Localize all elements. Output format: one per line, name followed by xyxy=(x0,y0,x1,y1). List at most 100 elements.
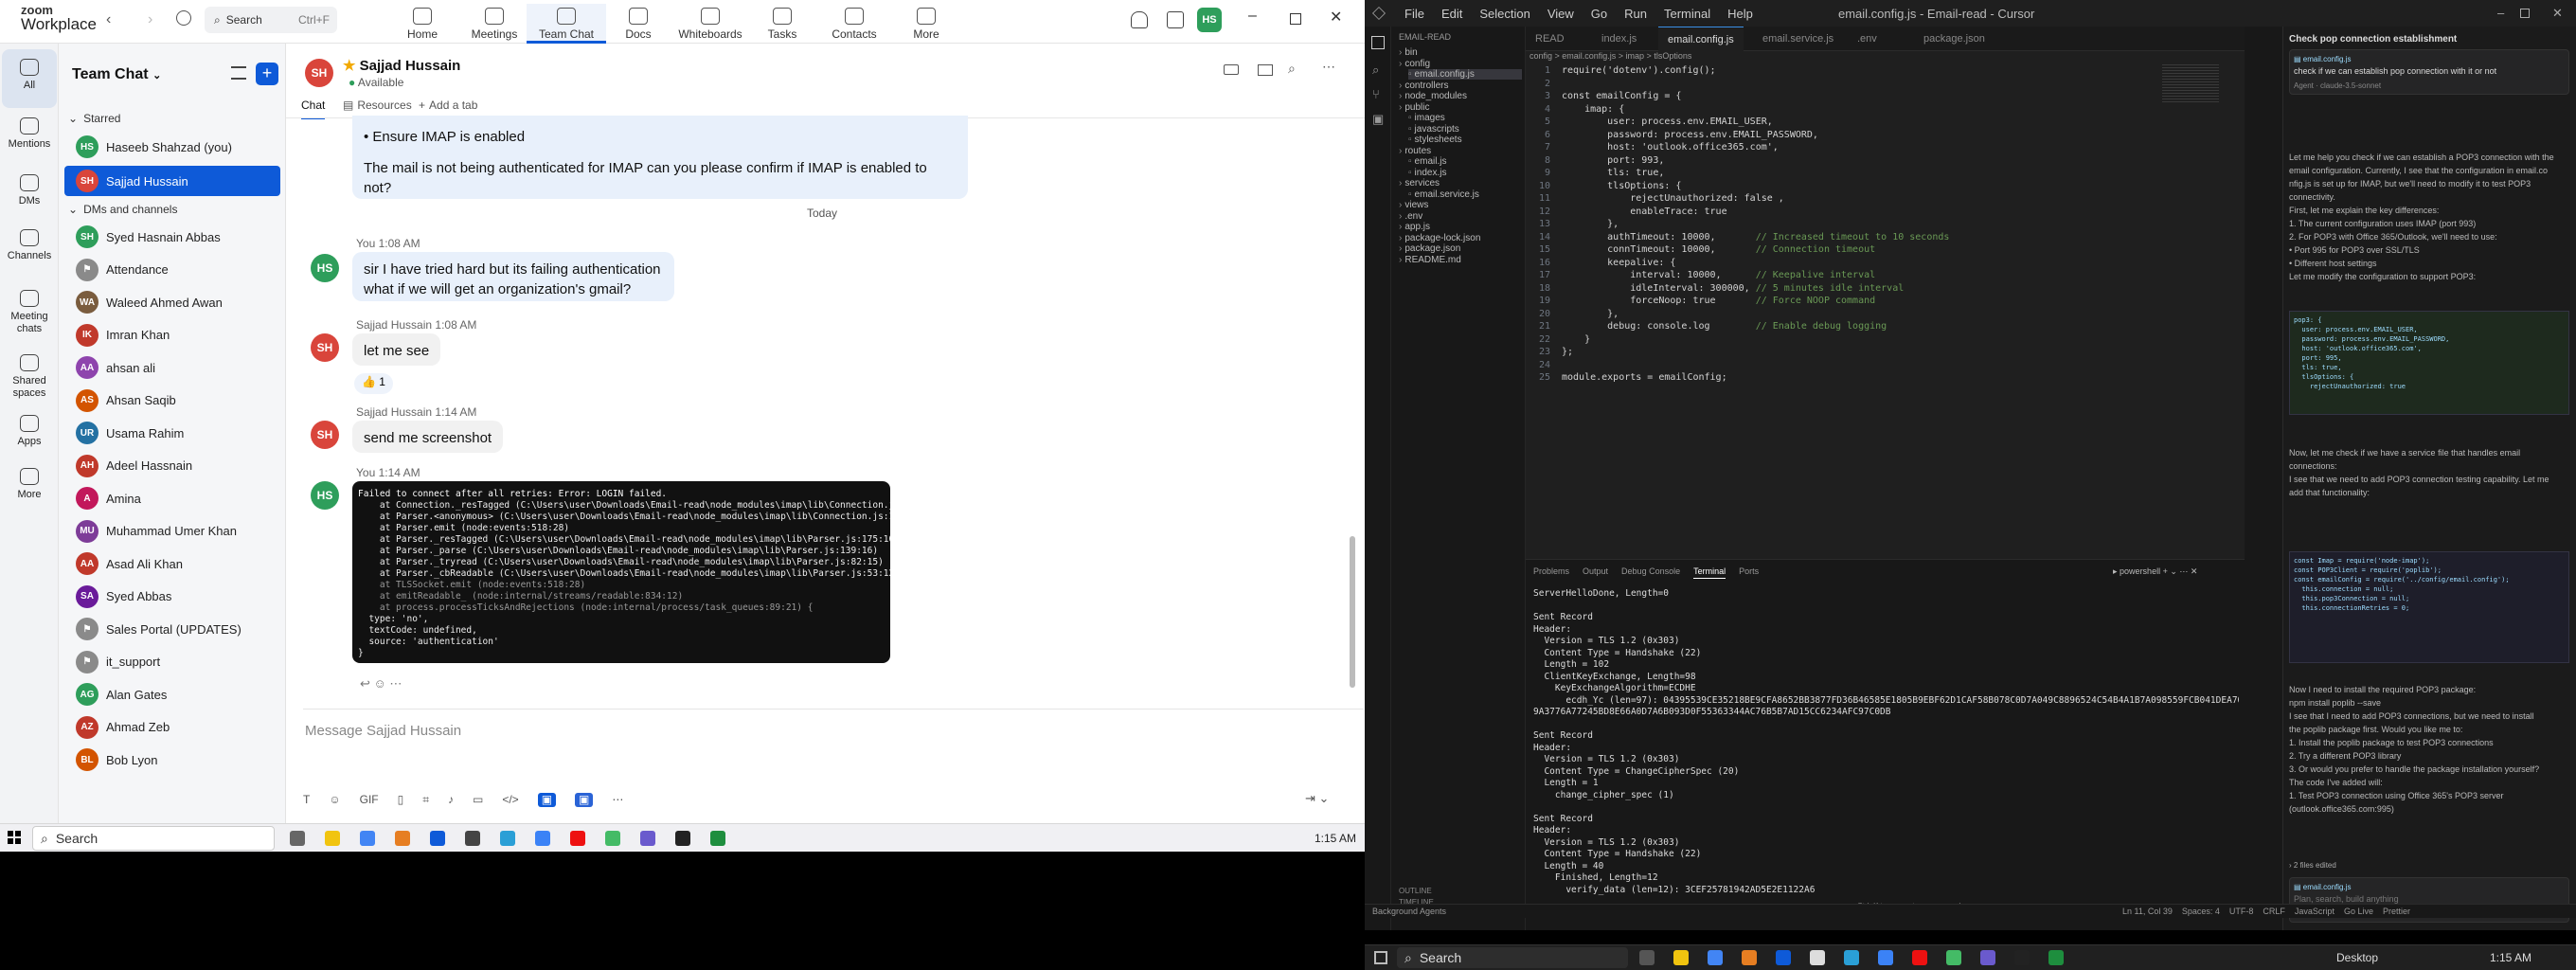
files-edited[interactable]: › 2 files edited xyxy=(2289,860,2336,871)
explorer-item[interactable]: ▫ email.config.js xyxy=(1408,69,1522,80)
minimize-icon[interactable]: – xyxy=(1248,8,1257,25)
taskbar-app-icon[interactable] xyxy=(1639,950,1655,965)
menu-file[interactable]: File xyxy=(1404,7,1424,21)
taskbar-app-icon[interactable] xyxy=(640,831,655,846)
taskbar-app-icon[interactable] xyxy=(500,831,515,846)
explorer-item[interactable]: ▫ index.js xyxy=(1408,168,1446,178)
sidebar-item-attendance[interactable]: ⚑ Attendance xyxy=(64,255,280,285)
taskbar-app-icon[interactable] xyxy=(1878,950,1893,965)
status-item[interactable]: Spaces: 4 xyxy=(2182,907,2220,916)
status-item[interactable]: Ln 11, Col 39 xyxy=(2122,907,2173,916)
nav-more[interactable]: More xyxy=(886,4,966,44)
back-arrow-icon[interactable]: ‹ xyxy=(106,11,111,28)
sidebar-item-syed-hasnain-abbas[interactable]: SH Syed Hasnain Abbas xyxy=(64,222,280,252)
explorer-item[interactable]: › app.js xyxy=(1399,222,1430,232)
taskbar-app-icon[interactable] xyxy=(710,831,725,846)
menu-view[interactable]: View xyxy=(1547,7,1574,21)
menu-run[interactable]: Run xyxy=(1624,7,1647,21)
more-tools-icon[interactable]: ⋯ xyxy=(612,793,623,807)
mic-icon[interactable]: ♪ xyxy=(448,793,454,807)
tab-index-js[interactable]: index.js xyxy=(1592,27,1646,51)
taskbar-app-icon[interactable] xyxy=(1742,950,1757,965)
taskbar-app-icon[interactable] xyxy=(1980,950,1995,965)
sidebar-item-imran-khan[interactable]: IK Imran Khan xyxy=(64,320,280,350)
gif-button[interactable]: GIF xyxy=(360,793,379,807)
explorer-item[interactable]: › README.md xyxy=(1399,255,1461,265)
explorer-item[interactable]: ▫ stylesheets xyxy=(1408,135,1462,145)
sidebar-item-ahsan-saqib[interactable]: AS Ahsan Saqib xyxy=(64,386,280,416)
explorer-item[interactable]: › config xyxy=(1399,59,1430,69)
taskbar-app-icon[interactable] xyxy=(1810,950,1825,965)
taskbar-app-icon[interactable] xyxy=(1708,950,1723,965)
maximize-icon[interactable] xyxy=(2520,9,2530,18)
minimap[interactable] xyxy=(2162,64,2219,102)
history-icon[interactable] xyxy=(176,10,191,26)
outline-section[interactable]: OUTLINE xyxy=(1399,887,1432,895)
nav-team-chat[interactable]: Team Chat xyxy=(527,4,606,44)
nav-docs[interactable]: Docs xyxy=(599,4,678,44)
explorer-item[interactable]: › .env xyxy=(1399,211,1422,222)
rail-more[interactable]: More xyxy=(2,458,57,517)
status-item[interactable]: CRLF xyxy=(2263,907,2285,916)
screenshot-icon[interactable]: ⌗ xyxy=(422,793,429,807)
taskbar-app-icon[interactable] xyxy=(395,831,410,846)
sidebar-item-waleed-ahmed-awan[interactable]: WA Waleed Ahmed Awan xyxy=(64,287,280,317)
taskbar-app-icon[interactable] xyxy=(2048,950,2064,965)
tab-email-service-js[interactable]: email.service.js xyxy=(1753,27,1843,51)
bell-icon[interactable] xyxy=(1131,11,1148,28)
explorer-item[interactable]: › controllers xyxy=(1399,81,1448,91)
taskbar-app-icon[interactable] xyxy=(675,831,690,846)
sidebar-item-ahmad-zeb[interactable]: AZ Ahmad Zeb xyxy=(64,712,280,743)
star-icon[interactable]: ★ xyxy=(343,58,355,74)
code-suggestion-1[interactable]: pop3: { user: process.env.EMAIL_USER, pa… xyxy=(2289,311,2569,415)
message-actions[interactable]: ↩ ☺ ⋯ xyxy=(360,676,402,692)
explorer-item[interactable]: › package-lock.json xyxy=(1399,233,1480,243)
file-icon[interactable]: ▯ xyxy=(398,793,404,807)
filter-icon[interactable] xyxy=(231,66,246,80)
taskbar-app-icon[interactable] xyxy=(1673,950,1689,965)
explorer-item[interactable]: › routes xyxy=(1399,146,1431,156)
nav-contacts[interactable]: Contacts xyxy=(814,4,894,44)
explorer-item[interactable]: ▫ email.js xyxy=(1408,156,1446,167)
user-prompt-card[interactable]: ▤ email.config.js check if we can establ… xyxy=(2289,49,2569,95)
taskbar-app-icon[interactable] xyxy=(570,831,585,846)
sidebar-item-asad-ali-khan[interactable]: AA Asad Ali Khan xyxy=(64,548,280,579)
sidebar-item-bob-lyon[interactable]: BL Bob Lyon xyxy=(64,745,280,775)
tab-chat[interactable]: Chat xyxy=(301,99,326,119)
tab-read[interactable]: READ xyxy=(1526,27,1574,51)
nav-meetings[interactable]: Meetings xyxy=(455,4,534,44)
status-item[interactable]: UTF-8 xyxy=(2229,907,2254,916)
nav-home[interactable]: Home xyxy=(383,4,462,44)
taskbar-app-icon[interactable] xyxy=(430,831,445,846)
sidebar-item-muhammad-umer-khan[interactable]: MU Muhammad Umer Khan xyxy=(64,516,280,547)
explorer-item[interactable]: › bin xyxy=(1399,47,1418,58)
taskbar-app-icon[interactable] xyxy=(290,831,305,846)
explorer-item[interactable]: › public xyxy=(1399,102,1429,113)
sidebar-item-ahsan-ali[interactable]: AA ahsan ali xyxy=(64,352,280,383)
window-mode-icon[interactable] xyxy=(1167,11,1184,28)
new-chat-button[interactable]: + xyxy=(256,63,278,85)
explorer-item[interactable]: › services xyxy=(1399,178,1440,189)
search-icon[interactable]: ⌕ xyxy=(1372,63,1379,78)
forward-arrow-icon[interactable]: › xyxy=(148,11,152,28)
source-control-icon[interactable]: ⑂ xyxy=(1372,87,1380,101)
taskbar-app-icon[interactable] xyxy=(535,831,550,846)
reaction-badge[interactable]: 👍 1 xyxy=(354,373,393,394)
video-message-icon[interactable]: ▭ xyxy=(473,793,483,807)
status-left[interactable]: Background Agents xyxy=(1372,907,1446,916)
app-icon-2[interactable]: ▣ xyxy=(575,793,594,807)
terminal-shell[interactable]: ▸ powershell + ⌄ ⋯ ✕ xyxy=(2113,566,2197,578)
menu-edit[interactable]: Edit xyxy=(1441,7,1462,21)
taskbar-app-icon[interactable] xyxy=(360,831,375,846)
sidebar-item-sajjad-hussain[interactable]: SH Sajjad Hussain xyxy=(64,166,280,196)
send-options-icon[interactable]: ⇥ ⌄ xyxy=(1305,791,1329,806)
extensions-icon[interactable]: ▣ xyxy=(1372,112,1384,127)
code-editor[interactable]: 1 require('dotenv').config(); 2 3 const emai… xyxy=(1526,64,2245,566)
chat-search-icon[interactable]: ⌕ xyxy=(1288,61,1296,77)
tab-add-a-tab[interactable]: + Add a tab xyxy=(419,99,477,112)
sidebar-item-haseeb-shahzad-you-[interactable]: HS Haseeb Shahzad (you) xyxy=(64,132,280,162)
screen-share-icon[interactable] xyxy=(1258,64,1273,76)
team-chat-title[interactable]: Team Chat ⌄ xyxy=(72,66,161,83)
breadcrumb[interactable]: config > email.config.js > imap > tlsOpt… xyxy=(1526,51,2245,64)
explorer-icon[interactable] xyxy=(1371,36,1385,49)
